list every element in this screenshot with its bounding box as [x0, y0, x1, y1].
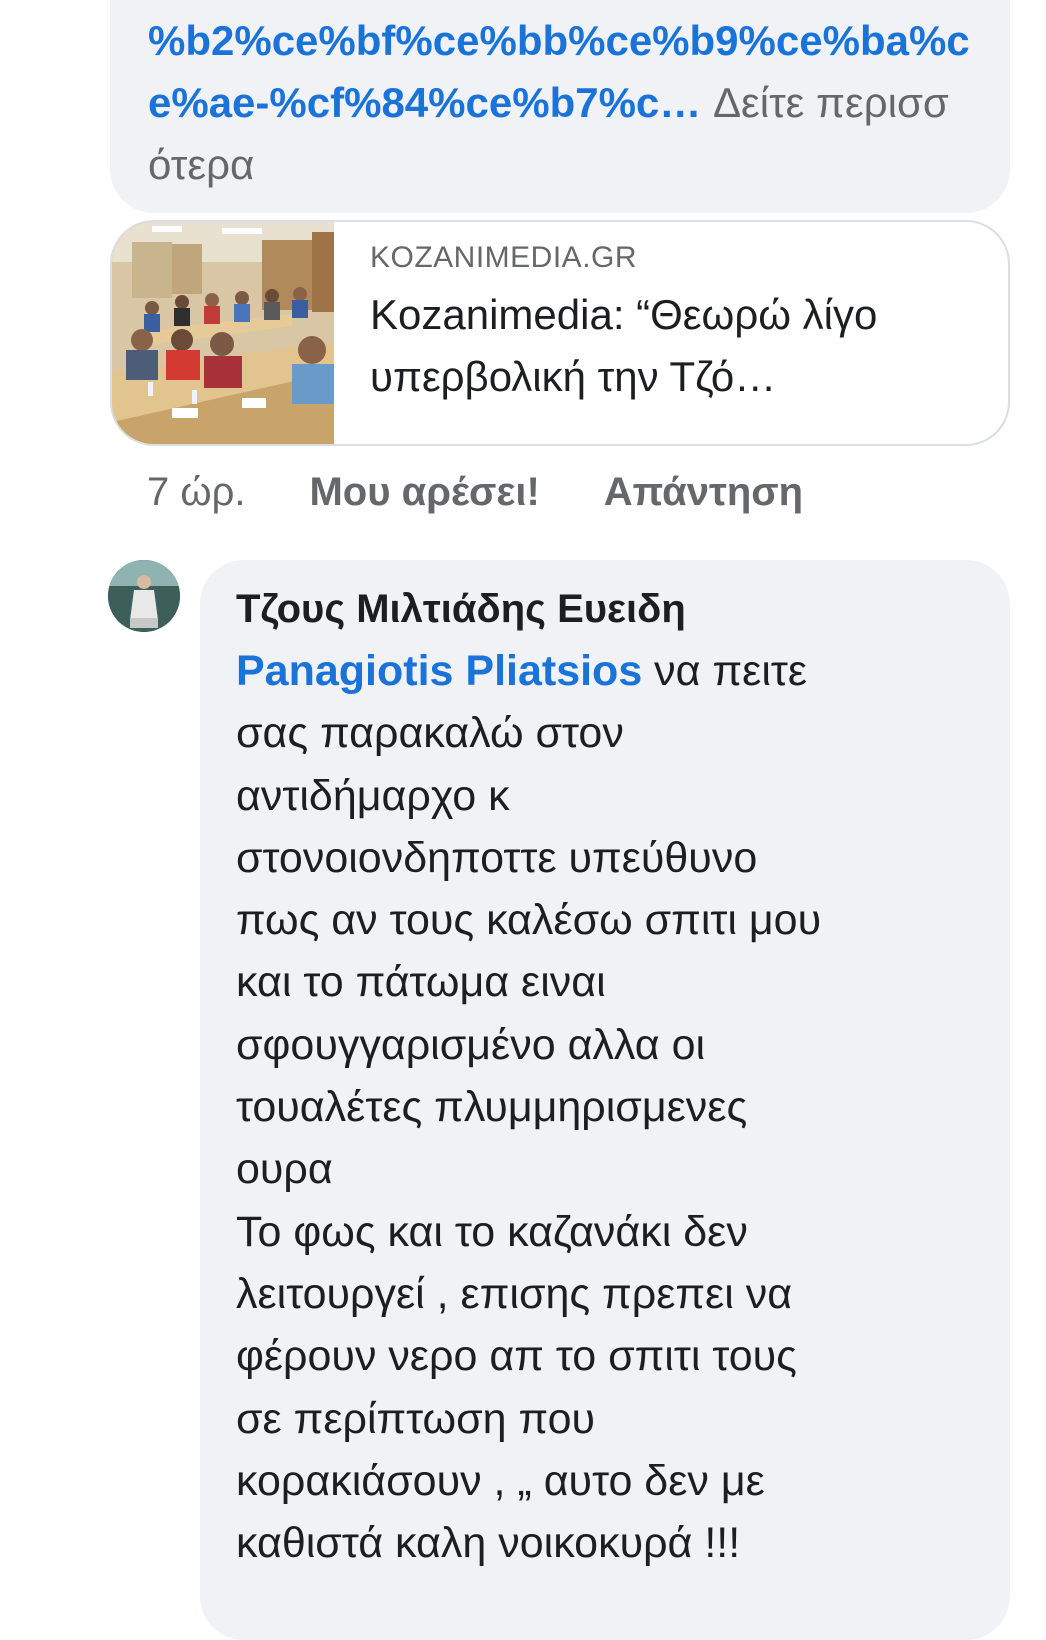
- avatar-icon: [108, 560, 180, 632]
- meeting-photo-icon: [112, 222, 334, 444]
- reply-comment-bubble: Τζους Μιλτιάδης Ευειδη Panagiotis Pliats…: [200, 560, 1010, 1640]
- previous-comment-bubble: %b2%ce%bf%ce%bb%ce%b9%ce%ba%ce%ae-%cf%84…: [110, 0, 1010, 213]
- reply-button[interactable]: Απάντηση: [604, 462, 803, 522]
- like-button[interactable]: Μου αρέσει!: [309, 462, 539, 522]
- link-thumbnail-image[interactable]: [112, 222, 334, 444]
- mention-link[interactable]: Panagiotis Pliatsios: [236, 647, 642, 695]
- comment-text: να πειτε σας παρακαλώ στον αντιδήμαρχο κ…: [236, 647, 822, 1568]
- link-preview-text[interactable]: KOZANIMEDIA.GR Kozanimedia: “Θεωρώ λίγο …: [370, 236, 978, 408]
- comment-body: Panagiotis Pliatsios να πειτε σας παρακα…: [236, 640, 980, 1574]
- comment-author-name[interactable]: Τζους Μιλτιάδης Ευειδη: [236, 578, 980, 640]
- comment-link-text[interactable]: %b2%ce%bf%ce%bb%ce%b9%ce%ba%ce%ae-%cf%84…: [148, 10, 970, 196]
- link-domain: KOZANIMEDIA.GR: [370, 241, 638, 274]
- link-preview-card[interactable]: KOZANIMEDIA.GR Kozanimedia: “Θεωρώ λίγο …: [110, 220, 1010, 446]
- comment-timestamp[interactable]: 7 ώρ.: [147, 462, 245, 522]
- link-title[interactable]: Kozanimedia: “Θεωρώ λίγο υπερβολική την …: [370, 284, 978, 408]
- user-avatar[interactable]: [108, 560, 180, 632]
- comment-actions: 7 ώρ. Μου αρέσει! Απάντηση: [147, 462, 803, 522]
